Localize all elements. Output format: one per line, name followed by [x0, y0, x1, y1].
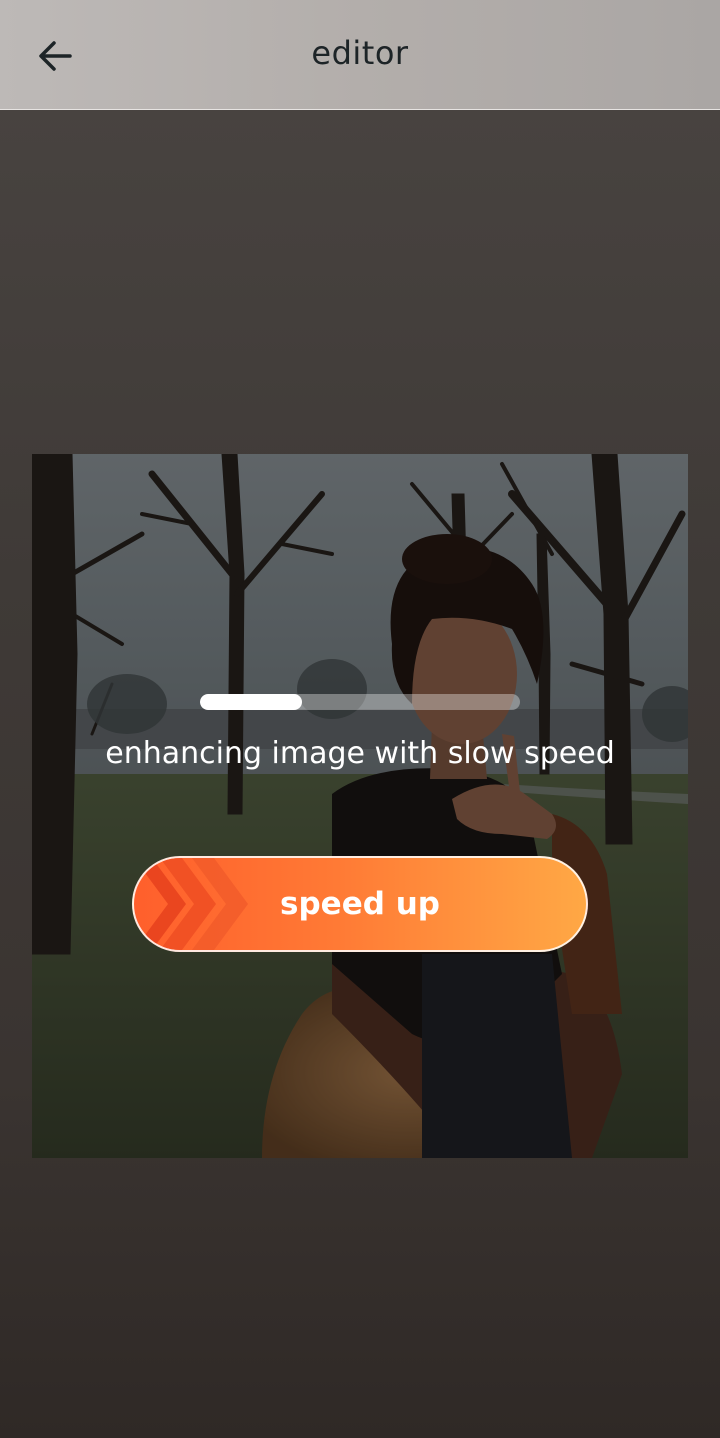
page-title: editor: [311, 34, 409, 72]
enhance-status-text: enhancing image with slow speed: [105, 736, 615, 771]
enhance-progress-bar: [200, 694, 520, 710]
enhance-progress-fill: [200, 694, 303, 710]
speed-up-label: speed up: [280, 886, 440, 922]
speed-up-button[interactable]: speed up: [132, 856, 588, 952]
photo-preview: [32, 454, 688, 1158]
photo-dim-overlay: [32, 454, 688, 1158]
top-app-bar: editor: [0, 0, 720, 110]
